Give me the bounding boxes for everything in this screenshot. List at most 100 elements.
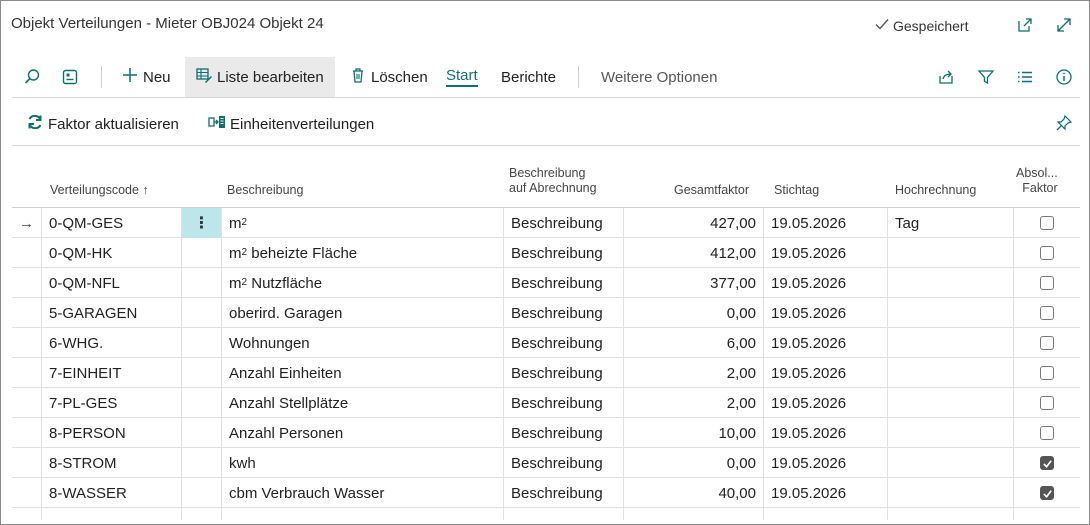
code-cell[interactable]: 6-WHG. xyxy=(42,328,182,358)
row-actions-cell[interactable] xyxy=(182,238,222,268)
row-actions-cell[interactable] xyxy=(182,268,222,298)
info-icon[interactable] xyxy=(1054,67,1074,87)
absolute-factor-cell[interactable] xyxy=(1014,388,1080,418)
absolute-factor-checkbox[interactable] xyxy=(1040,456,1054,470)
total-factor-cell[interactable]: 10,00 xyxy=(624,418,764,448)
code-cell[interactable]: 8-WASSER xyxy=(42,478,182,508)
table-row[interactable]: 0-QM-NFL m 2 Nutzfläche Beschreibung 377,00 1… xyxy=(12,268,1080,298)
total-factor-cell[interactable]: 40,00 xyxy=(624,478,764,508)
table-row[interactable]: 5-GARAGEN oberird. Garagen Beschreibung 0,0… xyxy=(12,298,1080,328)
tab-reports[interactable]: Berichte xyxy=(501,57,556,97)
extrapolation-cell[interactable] xyxy=(888,298,1014,328)
code-cell[interactable]: 0-QM-HK xyxy=(42,238,182,268)
cutoff-date-cell[interactable]: 19.05.2026 xyxy=(764,268,888,298)
cutoff-date-cell[interactable]: 19.05.2026 xyxy=(764,448,888,478)
description-cell[interactable]: m2 xyxy=(222,208,504,238)
extrapolation-cell[interactable] xyxy=(888,478,1014,508)
row-actions-cell[interactable] xyxy=(182,388,222,418)
billing-description-cell[interactable]: Beschreibung xyxy=(504,238,624,268)
update-factor-button[interactable]: Faktor aktualisieren xyxy=(26,113,179,135)
billing-description-cell[interactable]: Beschreibung xyxy=(504,388,624,418)
billing-description-cell[interactable]: Beschreibung xyxy=(504,208,624,238)
billing-description-cell[interactable]: Beschreibung xyxy=(504,358,624,388)
description-cell[interactable]: m2 Nutzfläche xyxy=(222,268,504,298)
total-factor-cell[interactable]: 0,00 xyxy=(624,298,764,328)
row-selector[interactable] xyxy=(12,238,42,268)
table-row[interactable]: → 0-QM-GES ⋮ m 2 Beschreibung 427,00 19.05.2026… xyxy=(12,208,1080,238)
absolute-factor-cell[interactable] xyxy=(1014,358,1080,388)
extrapolation-cell[interactable] xyxy=(888,268,1014,298)
row-actions-cell[interactable] xyxy=(182,328,222,358)
absolute-factor-checkbox[interactable] xyxy=(1040,336,1054,350)
description-cell[interactable]: Wohnungen xyxy=(222,328,504,358)
total-factor-cell[interactable]: 6,00 xyxy=(624,328,764,358)
table-row[interactable]: 7-EINHEIT Anzahl Einheiten Beschreibung 2,0… xyxy=(12,358,1080,388)
cutoff-date-cell[interactable]: 19.05.2026 xyxy=(764,388,888,418)
cutoff-date-cell[interactable]: 19.05.2026 xyxy=(764,298,888,328)
billing-description-cell[interactable]: Beschreibung xyxy=(504,298,624,328)
cutoff-date-cell[interactable]: 19.05.2026 xyxy=(764,358,888,388)
code-cell[interactable]: 8-PERSON xyxy=(42,418,182,448)
card-view-icon[interactable] xyxy=(60,67,80,87)
code-cell[interactable]: 5-GARAGEN xyxy=(42,298,182,328)
description-cell[interactable]: Anzahl Personen xyxy=(222,418,504,448)
row-selector[interactable] xyxy=(12,448,42,478)
column-header-total-factor[interactable]: Gesamtfaktor xyxy=(674,183,749,198)
description-cell[interactable]: oberird. Garagen xyxy=(222,298,504,328)
code-cell[interactable]: 0-QM-NFL xyxy=(42,268,182,298)
row-actions-cell[interactable]: ⋮ xyxy=(182,208,222,238)
more-options-button[interactable]: Weitere Optionen xyxy=(601,57,717,97)
row-selector[interactable] xyxy=(12,328,42,358)
billing-description-cell[interactable]: Beschreibung xyxy=(504,418,624,448)
new-button[interactable]: Neu xyxy=(113,57,179,97)
row-actions-cell[interactable] xyxy=(182,298,222,328)
table-row[interactable]: 7-PL-GES Anzahl Stellplätze Beschreibung 2,… xyxy=(12,388,1080,418)
absolute-factor-checkbox[interactable] xyxy=(1040,486,1054,500)
description-cell[interactable]: kwh xyxy=(222,448,504,478)
column-header-extrapolation[interactable]: Hochrechnung xyxy=(895,183,976,198)
description-cell[interactable]: cbm Verbrauch Wasser xyxy=(222,478,504,508)
open-new-window-icon[interactable] xyxy=(1015,15,1035,35)
extrapolation-cell[interactable] xyxy=(888,448,1014,478)
row-selector[interactable] xyxy=(12,478,42,508)
extrapolation-cell[interactable] xyxy=(888,328,1014,358)
absolute-factor-checkbox[interactable] xyxy=(1040,246,1054,260)
pin-icon[interactable] xyxy=(1054,113,1074,133)
cutoff-date-cell[interactable]: 19.05.2026 xyxy=(764,328,888,358)
extrapolation-cell[interactable] xyxy=(888,418,1014,448)
table-row[interactable]: 8-PERSON Anzahl Personen Beschreibung 10,00… xyxy=(12,418,1080,448)
absolute-factor-cell[interactable] xyxy=(1014,328,1080,358)
share-icon[interactable] xyxy=(936,67,956,87)
extrapolation-cell[interactable]: Tag xyxy=(888,208,1014,238)
column-header-description[interactable]: Beschreibung xyxy=(227,183,303,198)
billing-description-cell[interactable]: Beschreibung xyxy=(504,268,624,298)
row-selector[interactable] xyxy=(12,358,42,388)
absolute-factor-cell[interactable] xyxy=(1014,238,1080,268)
row-selector[interactable] xyxy=(12,388,42,418)
absolute-factor-cell[interactable] xyxy=(1014,298,1080,328)
cutoff-date-cell[interactable]: 19.05.2026 xyxy=(764,208,888,238)
cutoff-date-cell[interactable]: 19.05.2026 xyxy=(764,238,888,268)
table-row[interactable]: 8-STROM kwh Beschreibung 0,00 19.05.2026 xyxy=(12,448,1080,478)
description-cell[interactable]: Anzahl Einheiten xyxy=(222,358,504,388)
code-cell[interactable]: 7-EINHEIT xyxy=(42,358,182,388)
search-icon[interactable] xyxy=(22,67,42,87)
table-row[interactable]: 0-QM-HK m 2 beheizte Fläche Beschreibung 412… xyxy=(12,238,1080,268)
row-actions-cell[interactable] xyxy=(182,448,222,478)
expand-icon[interactable] xyxy=(1054,15,1074,35)
cutoff-date-cell[interactable]: 19.05.2026 xyxy=(764,478,888,508)
description-cell[interactable]: Anzahl Stellplätze xyxy=(222,388,504,418)
billing-description-cell[interactable]: Beschreibung xyxy=(504,448,624,478)
extrapolation-cell[interactable] xyxy=(888,388,1014,418)
description-cell[interactable]: m2 beheizte Fläche xyxy=(222,238,504,268)
tab-start[interactable]: Start xyxy=(446,57,478,97)
absolute-factor-checkbox[interactable] xyxy=(1040,366,1054,380)
absolute-factor-cell[interactable] xyxy=(1014,478,1080,508)
column-header-absolute-factor[interactable]: Absol... Faktor xyxy=(1016,166,1058,196)
extrapolation-cell[interactable] xyxy=(888,238,1014,268)
table-row[interactable]: 8-WASSER cbm Verbrauch Wasser Beschreibung… xyxy=(12,478,1080,508)
row-actions-cell[interactable] xyxy=(182,358,222,388)
absolute-factor-checkbox[interactable] xyxy=(1040,276,1054,290)
table-row[interactable]: 6-WHG. Wohnungen Beschreibung 6,00 19.05.202… xyxy=(12,328,1080,358)
billing-description-cell[interactable]: Beschreibung xyxy=(504,328,624,358)
